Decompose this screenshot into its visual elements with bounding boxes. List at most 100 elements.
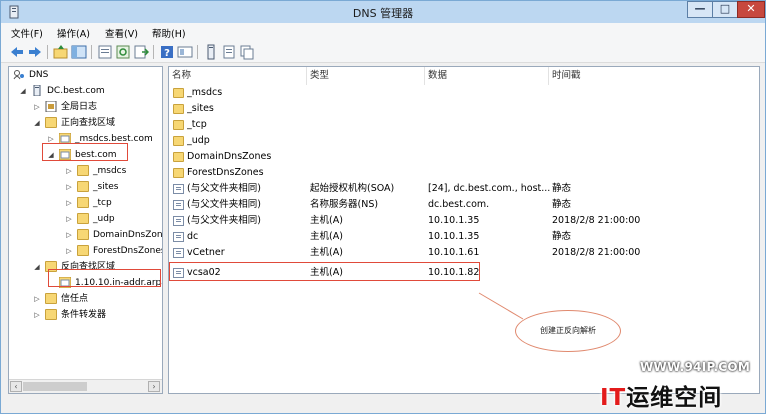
collapse-arrow-icon[interactable]: ◢ [33,115,41,131]
tree-label: DC.best.com [47,86,105,96]
folder-icon [173,168,184,178]
record-timestamp: 静态 [552,183,572,194]
console-tree: DNS ◢ DC.best.com ▷ 全局日志 ◢ 正向查找区域 ▷ _msd… [8,66,163,394]
tree-label: 正向查找区域 [61,118,116,128]
record-type: 主机(A) [310,231,343,242]
table-row[interactable]: (与父文件夹相同) 起始授权机构(SOA) [24], dc.best.com.… [169,181,759,197]
horizontal-scrollbar[interactable]: ‹ › [9,379,162,393]
record-type: 起始授权机构(SOA) [310,183,395,194]
expand-arrow-icon[interactable]: ▷ [65,179,73,195]
record-timestamp: 静态 [552,231,572,242]
record-icon [173,200,184,210]
export-list-icon[interactable] [133,44,149,60]
folder-icon [77,213,89,224]
menu-action[interactable]: 操作(A) [57,26,90,40]
expand-arrow-icon[interactable]: ▷ [65,243,73,259]
document-icon[interactable] [221,44,237,60]
record-icon [173,248,184,258]
list-item[interactable]: DomainDnsZones [169,149,759,165]
expand-arrow-icon[interactable]: ▷ [33,291,41,307]
list-item[interactable]: _sites [169,101,759,117]
results-list: 名称 类型 数据 时间戳 _msdcs _sites _tcp _udp Dom… [168,66,760,394]
folder-icon [173,136,184,146]
menu-file[interactable]: 文件(F) [11,26,43,40]
menu-help[interactable]: 帮助(H) [152,26,186,40]
view-icon[interactable] [177,44,193,60]
menu-view[interactable]: 查看(V) [105,26,138,40]
close-button[interactable]: ✕ [737,1,765,18]
record-type: 主机(A) [310,215,343,226]
svg-text:?: ? [164,48,170,59]
folder-icon [77,181,89,192]
show-tree-icon[interactable] [71,44,87,60]
record-data: 10.10.1.35 [428,231,480,242]
column-header-timestamp[interactable]: 时间戳 [549,67,759,85]
column-header-type[interactable]: 类型 [307,67,425,85]
watermark-brand: IT运维空间 [600,378,722,412]
column-header-data[interactable]: 数据 [425,67,549,85]
expand-arrow-icon[interactable]: ▷ [65,163,73,179]
record-name: (与父文件夹相同) [187,215,261,226]
maximize-button[interactable]: □ [712,1,738,18]
expand-arrow-icon[interactable]: ▷ [33,307,41,323]
folder-icon [45,117,57,128]
table-row[interactable]: (与父文件夹相同) 名称服务器(NS) dc.best.com. 静态 [169,197,759,213]
watermark-url: WWW.94IP.COM [640,360,751,374]
record-type: 名称服务器(NS) [310,199,379,210]
refresh-icon[interactable] [115,44,131,60]
dns-manager-window: DNS 管理器 — □ ✕ 文件(F) 操作(A) 查看(V) 帮助(H) ? [0,0,766,414]
record-name: dc [187,231,199,242]
forward-icon[interactable] [27,44,43,60]
scroll-left-icon[interactable]: ‹ [10,381,22,392]
server-icon[interactable] [203,44,219,60]
list-item[interactable]: _tcp [169,117,759,133]
table-row[interactable]: dc 主机(A) 10.10.1.35 静态 [169,229,759,245]
folder-icon [77,197,89,208]
folder-icon [173,152,184,162]
record-data: 10.10.1.61 [428,247,480,258]
record-name: (与父文件夹相同) [187,199,261,210]
expand-arrow-icon[interactable]: ▷ [65,227,73,243]
tree-label: DNS [29,70,49,80]
minimize-button[interactable]: — [687,1,713,18]
back-icon[interactable] [9,44,25,60]
record-name: vCetner [187,247,225,258]
tree-label: _sites [93,182,119,192]
tree-label: 信任点 [61,294,89,304]
expand-arrow-icon[interactable]: ▷ [33,99,41,115]
expand-arrow-icon[interactable]: ▷ [65,211,73,227]
folder-icon [77,229,89,240]
toolbar-separator [197,45,198,59]
tree-label: ForestDnsZones [93,246,163,256]
record-name: _sites [187,103,214,114]
record-name: _msdcs [187,87,223,98]
record-data: dc.best.com. [428,199,490,210]
highlight-best-zone [42,143,128,161]
title-bar[interactable]: DNS 管理器 — □ ✕ [1,1,765,23]
record-timestamp: 2018/2/8 21:00:00 [552,247,641,258]
collapse-arrow-icon[interactable]: ◢ [19,83,27,99]
column-header-name[interactable]: 名称 [169,67,307,85]
scroll-thumb[interactable] [23,382,87,391]
list-item[interactable]: _msdcs [169,85,759,101]
log-icon [45,100,57,113]
table-row[interactable]: vCetner 主机(A) 10.10.1.61 2018/2/8 21:00:… [169,245,759,261]
record-icon [173,216,184,226]
watermark-brand-text: 运维空间 [626,385,723,411]
collapse-arrow-icon[interactable]: ◢ [33,259,41,275]
tree-label: 全局日志 [61,102,98,112]
list-item[interactable]: _udp [169,133,759,149]
scroll-right-icon[interactable]: › [148,381,160,392]
expand-arrow-icon[interactable]: ▷ [65,195,73,211]
record-name: (与父文件夹相同) [187,183,261,194]
list-item[interactable]: ForestDnsZones [169,165,759,181]
folder-icon [77,245,89,256]
tree-label: _msdcs [93,166,127,176]
help-icon[interactable]: ? [159,44,175,60]
record-name: DomainDnsZones [187,151,272,162]
copy-icon[interactable] [239,44,255,60]
server-icon [31,84,43,97]
up-folder-icon[interactable] [53,44,69,60]
properties-icon[interactable] [97,44,113,60]
table-row[interactable]: (与父文件夹相同) 主机(A) 10.10.1.35 2018/2/8 21:0… [169,213,759,229]
